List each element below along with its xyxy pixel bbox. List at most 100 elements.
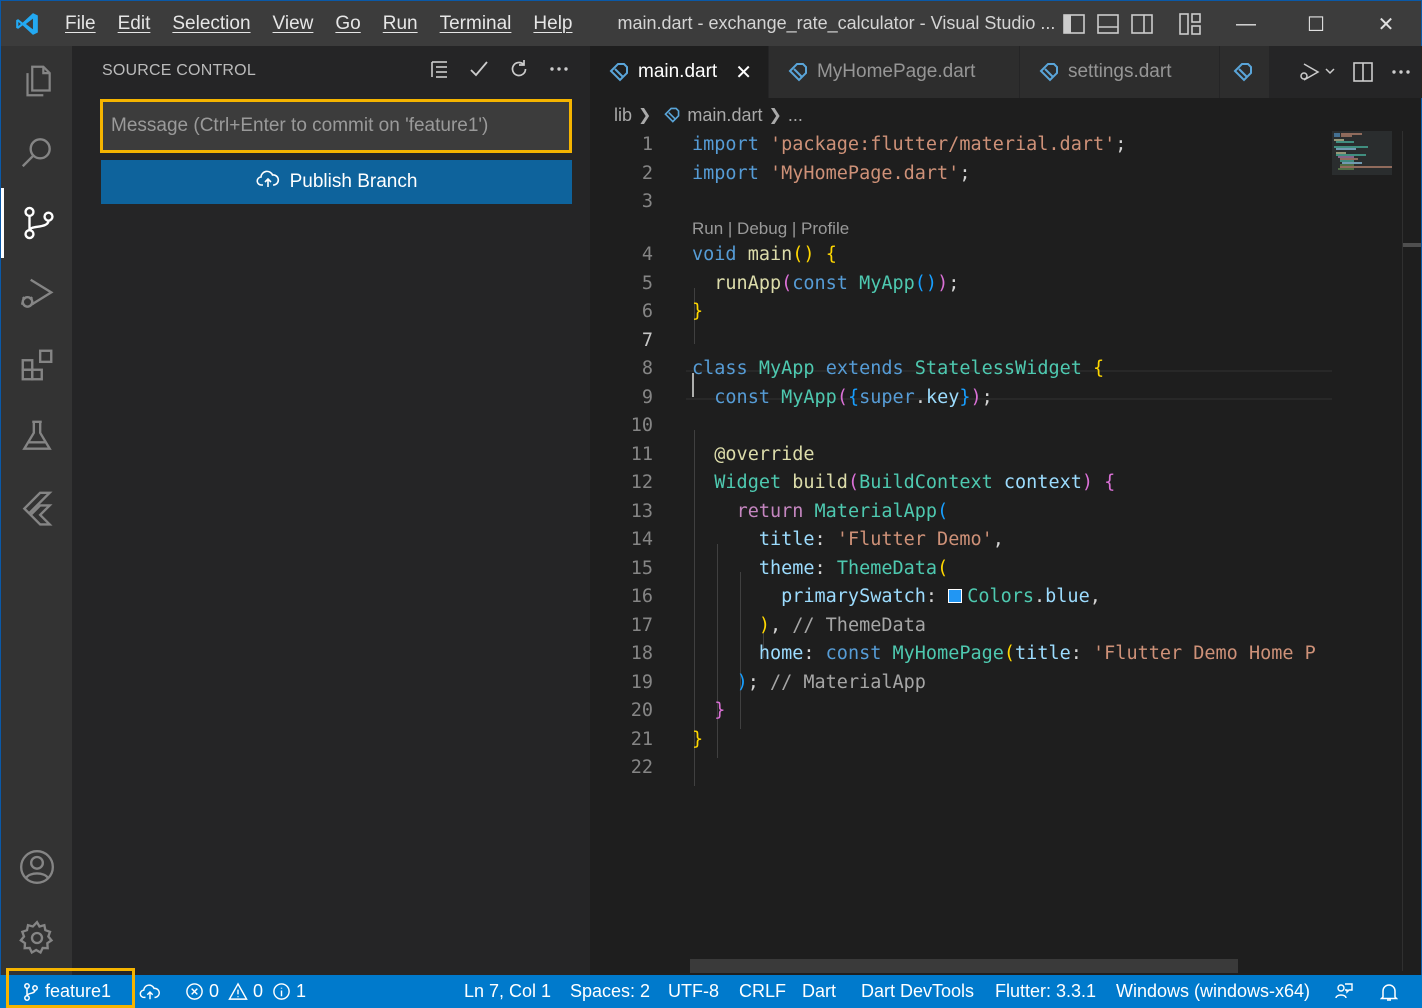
dart-devtools[interactable]: Dart DevTools	[861, 975, 974, 1008]
close-window-button[interactable]: ✕	[1351, 1, 1421, 47]
menu-terminal[interactable]: Terminal	[429, 1, 523, 47]
code-editor[interactable]: 1 2 3 4 5 6 7 8 9 10 11 12 13 14 15 16 1…	[590, 131, 1332, 971]
code-line: theme: ThemeData(	[590, 555, 1332, 584]
menu-edit[interactable]: Edit	[107, 1, 162, 47]
codelens-run-debug-profile[interactable]: Run | Debug | Profile	[692, 217, 849, 241]
code-token: ;	[981, 386, 993, 408]
code-token: runApp	[714, 272, 782, 294]
device-selector[interactable]: Windows (windows-x64)	[1116, 975, 1310, 1008]
code-token: )	[937, 272, 949, 294]
code-token: )	[736, 671, 748, 693]
code-token: const	[714, 386, 770, 408]
encoding[interactable]: UTF-8	[668, 975, 719, 1008]
code-token: ,	[992, 529, 1004, 550]
minimap[interactable]	[1332, 131, 1402, 971]
cursor-position[interactable]: Ln 7, Col 1	[464, 975, 551, 1008]
refresh-icon[interactable]	[506, 56, 532, 82]
menu-file[interactable]: File	[53, 1, 107, 47]
explorer-icon[interactable]	[1, 46, 73, 116]
notifications-bell-icon[interactable]	[1380, 975, 1398, 1008]
code-token: (	[937, 500, 949, 522]
code-token: .	[1034, 586, 1046, 607]
code-line: }	[590, 697, 1332, 726]
breadcrumb-symbols[interactable]: ...	[788, 105, 803, 126]
code-token: }	[692, 728, 704, 750]
toggle-primary-sidebar-icon[interactable]	[1062, 12, 1086, 36]
menu-go[interactable]: Go	[324, 1, 371, 47]
git-branch-icon	[22, 982, 40, 1002]
code-line: Widget build(BuildContext context) {	[590, 469, 1332, 498]
code-token: ,	[1089, 586, 1101, 607]
menu-help[interactable]: Help	[522, 1, 583, 47]
color-swatch[interactable]	[948, 589, 963, 603]
code-line: void main() {	[590, 241, 1332, 270]
chevron-right-icon: ❯	[768, 107, 782, 124]
feedback-icon[interactable]	[1334, 975, 1354, 1008]
code-line: primarySwatch: Colors.blue,	[590, 583, 1332, 612]
source-control-icon[interactable]	[1, 188, 73, 258]
editor-more-actions-icon[interactable]	[1390, 61, 1412, 83]
close-tab-icon[interactable]: ✕	[735, 60, 752, 85]
breadcrumb-file[interactable]: main.dart	[687, 105, 762, 126]
run-debug-dropdown-icon[interactable]	[1298, 61, 1336, 83]
code-line: import 'package:flutter/material.dart';	[590, 131, 1332, 160]
commit-check-icon[interactable]	[466, 56, 492, 82]
manage-gear-icon[interactable]	[1, 903, 73, 973]
code-token: MyApp	[859, 272, 915, 294]
warning-count: 0	[253, 981, 264, 1001]
code-token: ()	[914, 272, 938, 294]
language-mode[interactable]: Dart	[802, 975, 836, 1008]
code-token: StatelessWidget	[914, 358, 1082, 379]
editor-group: main.dart ✕ MyHomePage.dart settings.dar…	[590, 46, 1422, 975]
problems-indicator[interactable]: 0 0 1	[185, 975, 306, 1008]
vertical-scrollbar[interactable]	[1402, 131, 1421, 971]
split-editor-icon[interactable]	[1352, 61, 1374, 83]
source-control-sidebar: SOURCE CONTROL Publish Branch	[72, 46, 590, 975]
dart-file-icon	[1232, 61, 1254, 83]
code-line: @override	[590, 441, 1332, 470]
customize-layout-icon[interactable]	[1178, 12, 1202, 36]
code-token: (	[937, 557, 949, 579]
commit-message-input[interactable]	[111, 102, 561, 150]
maximize-button[interactable]: ☐	[1281, 1, 1351, 47]
search-icon[interactable]	[1, 117, 73, 187]
code-token: )	[758, 614, 770, 636]
menu-run[interactable]: Run	[372, 1, 429, 47]
code-token: }	[714, 700, 726, 721]
tab-main-dart[interactable]: main.dart ✕	[590, 46, 769, 98]
code-token: }	[959, 386, 971, 408]
publish-branch-button[interactable]: Publish Branch	[101, 160, 572, 204]
end-of-line[interactable]: CRLF	[739, 975, 786, 1008]
flutter-version[interactable]: Flutter: 3.3.1	[995, 975, 1096, 1008]
horizontal-scrollbar[interactable]	[690, 959, 1238, 973]
run-debug-icon[interactable]	[1, 259, 73, 329]
code-token: MaterialApp	[814, 500, 938, 522]
indentation[interactable]: Spaces: 2	[570, 975, 650, 1008]
extensions-icon[interactable]	[1, 330, 73, 400]
scrollbar-thumb[interactable]	[1403, 243, 1421, 247]
view-as-tree-icon[interactable]	[426, 56, 452, 82]
publish-cloud-icon[interactable]	[139, 975, 161, 1008]
testing-icon[interactable]	[1, 401, 73, 471]
tab-myhomepage-dart[interactable]: MyHomePage.dart	[768, 46, 1020, 98]
code-token: ;	[948, 272, 960, 294]
flutter-icon[interactable]	[1, 472, 73, 542]
minimize-button[interactable]: —	[1211, 1, 1281, 47]
menu-selection[interactable]: Selection	[161, 1, 261, 47]
tab-overflow[interactable]	[1219, 46, 1270, 98]
code-token: @override	[714, 443, 815, 465]
line-number: 7	[641, 329, 653, 351]
breadcrumb-folder[interactable]: lib	[614, 105, 632, 126]
tab-settings-dart[interactable]: settings.dart	[1019, 46, 1220, 98]
warning-icon	[228, 982, 248, 1001]
more-actions-icon[interactable]	[546, 56, 572, 82]
info-icon	[272, 982, 291, 1001]
code-token: (	[1003, 643, 1016, 664]
menu-view[interactable]: View	[262, 1, 325, 47]
toggle-panel-icon[interactable]	[1096, 12, 1120, 36]
tab-label: MyHomePage.dart	[816, 61, 976, 82]
toggle-secondary-sidebar-icon[interactable]	[1130, 12, 1154, 36]
code-token: title	[758, 529, 815, 550]
accounts-icon[interactable]	[1, 832, 73, 902]
branch-indicator[interactable]: feature1	[22, 975, 111, 1008]
